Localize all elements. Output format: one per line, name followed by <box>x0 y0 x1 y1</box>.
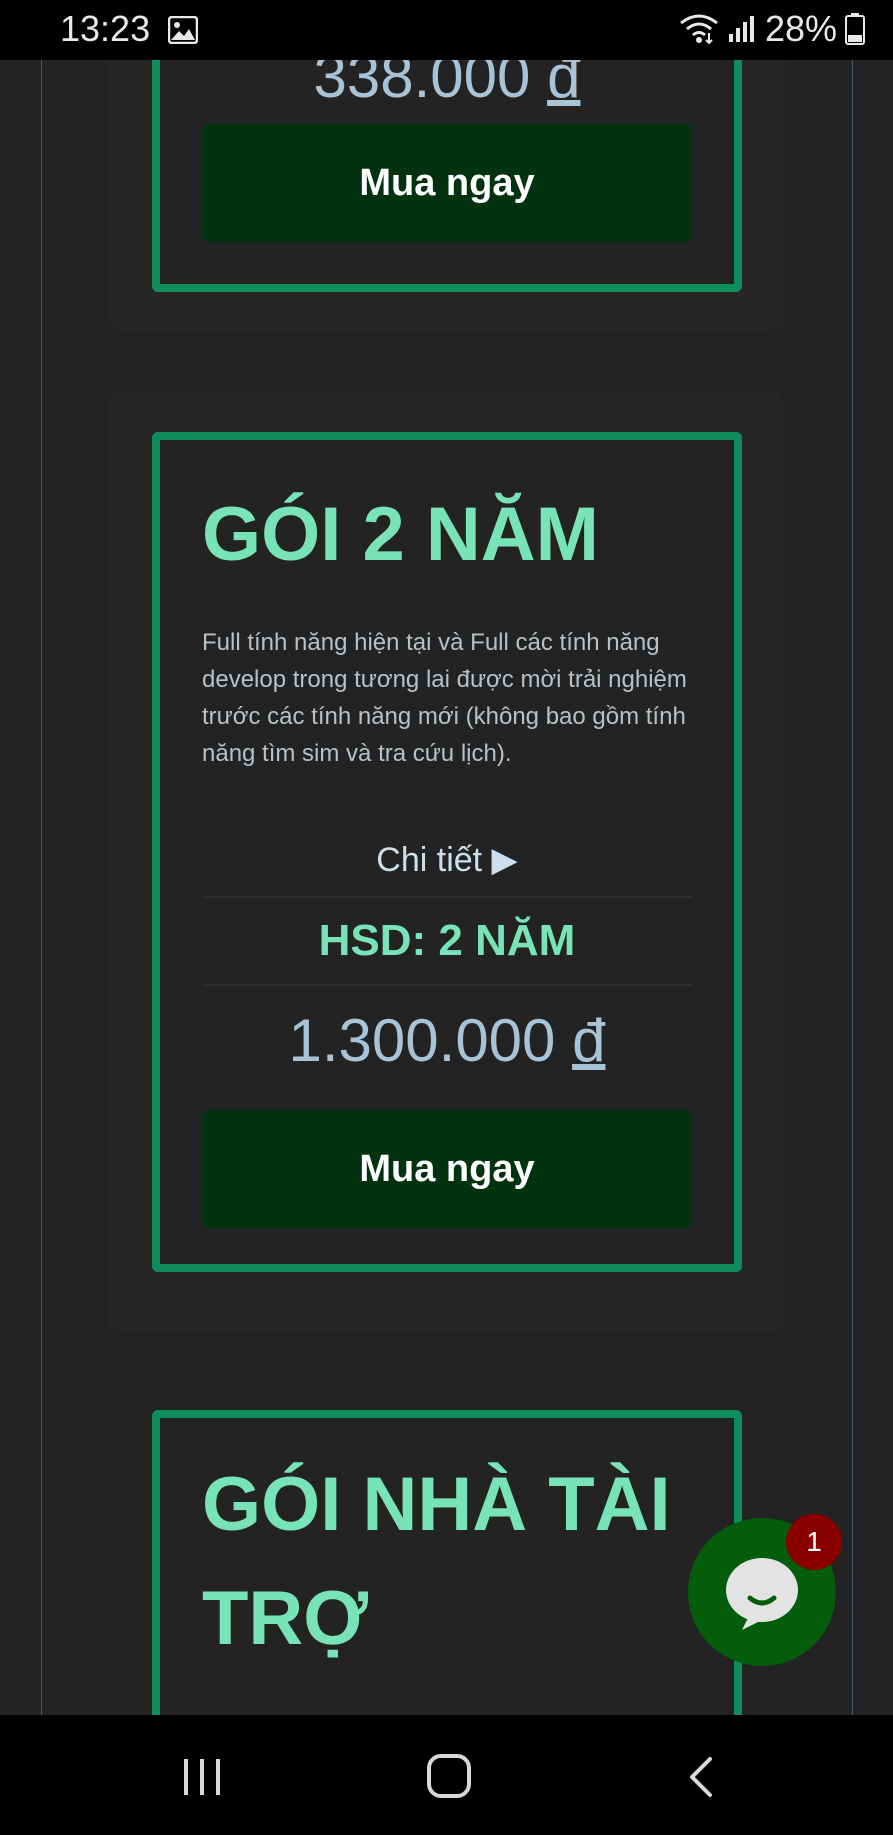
home-icon[interactable] <box>426 1753 472 1799</box>
divider <box>202 896 692 898</box>
status-time: 13:23 <box>60 8 151 49</box>
card-2-years-description: Full tính năng hiện tại và Full các tính… <box>202 629 687 767</box>
card-2-years-title: GÓI 2 NĂM <box>202 492 599 577</box>
back-icon[interactable] <box>684 1755 716 1799</box>
card-2-years: GÓI 2 NĂM Full tính năng hiện tại và Ful… <box>152 432 742 1272</box>
price-currency: đ <box>572 1007 606 1074</box>
image-icon <box>167 15 199 45</box>
page-guide-left <box>41 60 42 1715</box>
wifi-icon <box>679 13 719 45</box>
price-value: 1.300.000 <box>288 1007 556 1074</box>
navigation-bar <box>0 1715 893 1835</box>
chat-icon <box>726 1558 798 1630</box>
status-right: 28% <box>679 8 865 50</box>
card-prev: 338.000 đ Mua ngay <box>152 20 742 292</box>
buy-now-button[interactable]: Mua ngay <box>202 1110 692 1228</box>
details-link[interactable]: Chi tiết ▶ <box>160 840 734 880</box>
recent-apps-icon[interactable] <box>180 1755 224 1799</box>
battery-percent: 28% <box>764 8 837 49</box>
screen: 13:23 28% 338.000 đ Mua ngay GÓI 2 NĂM F… <box>0 0 893 1835</box>
card-sponsor-title-line1: GÓI NHÀ TÀI <box>202 1462 671 1547</box>
card-2-years-price: 1.300.000 đ <box>160 1006 734 1075</box>
status-bar: 13:23 28% <box>0 0 893 60</box>
page-guide-right <box>852 60 853 1715</box>
card-sponsor-title-line2: TRỢ <box>202 1576 369 1661</box>
prev-buy-button[interactable]: Mua ngay <box>202 124 692 242</box>
signal-icon <box>727 14 757 44</box>
divider <box>202 984 692 986</box>
battery-icon <box>845 13 865 45</box>
hsd-label: HSD: 2 NĂM <box>318 916 576 965</box>
chat-notification-badge: 1 <box>786 1514 842 1570</box>
